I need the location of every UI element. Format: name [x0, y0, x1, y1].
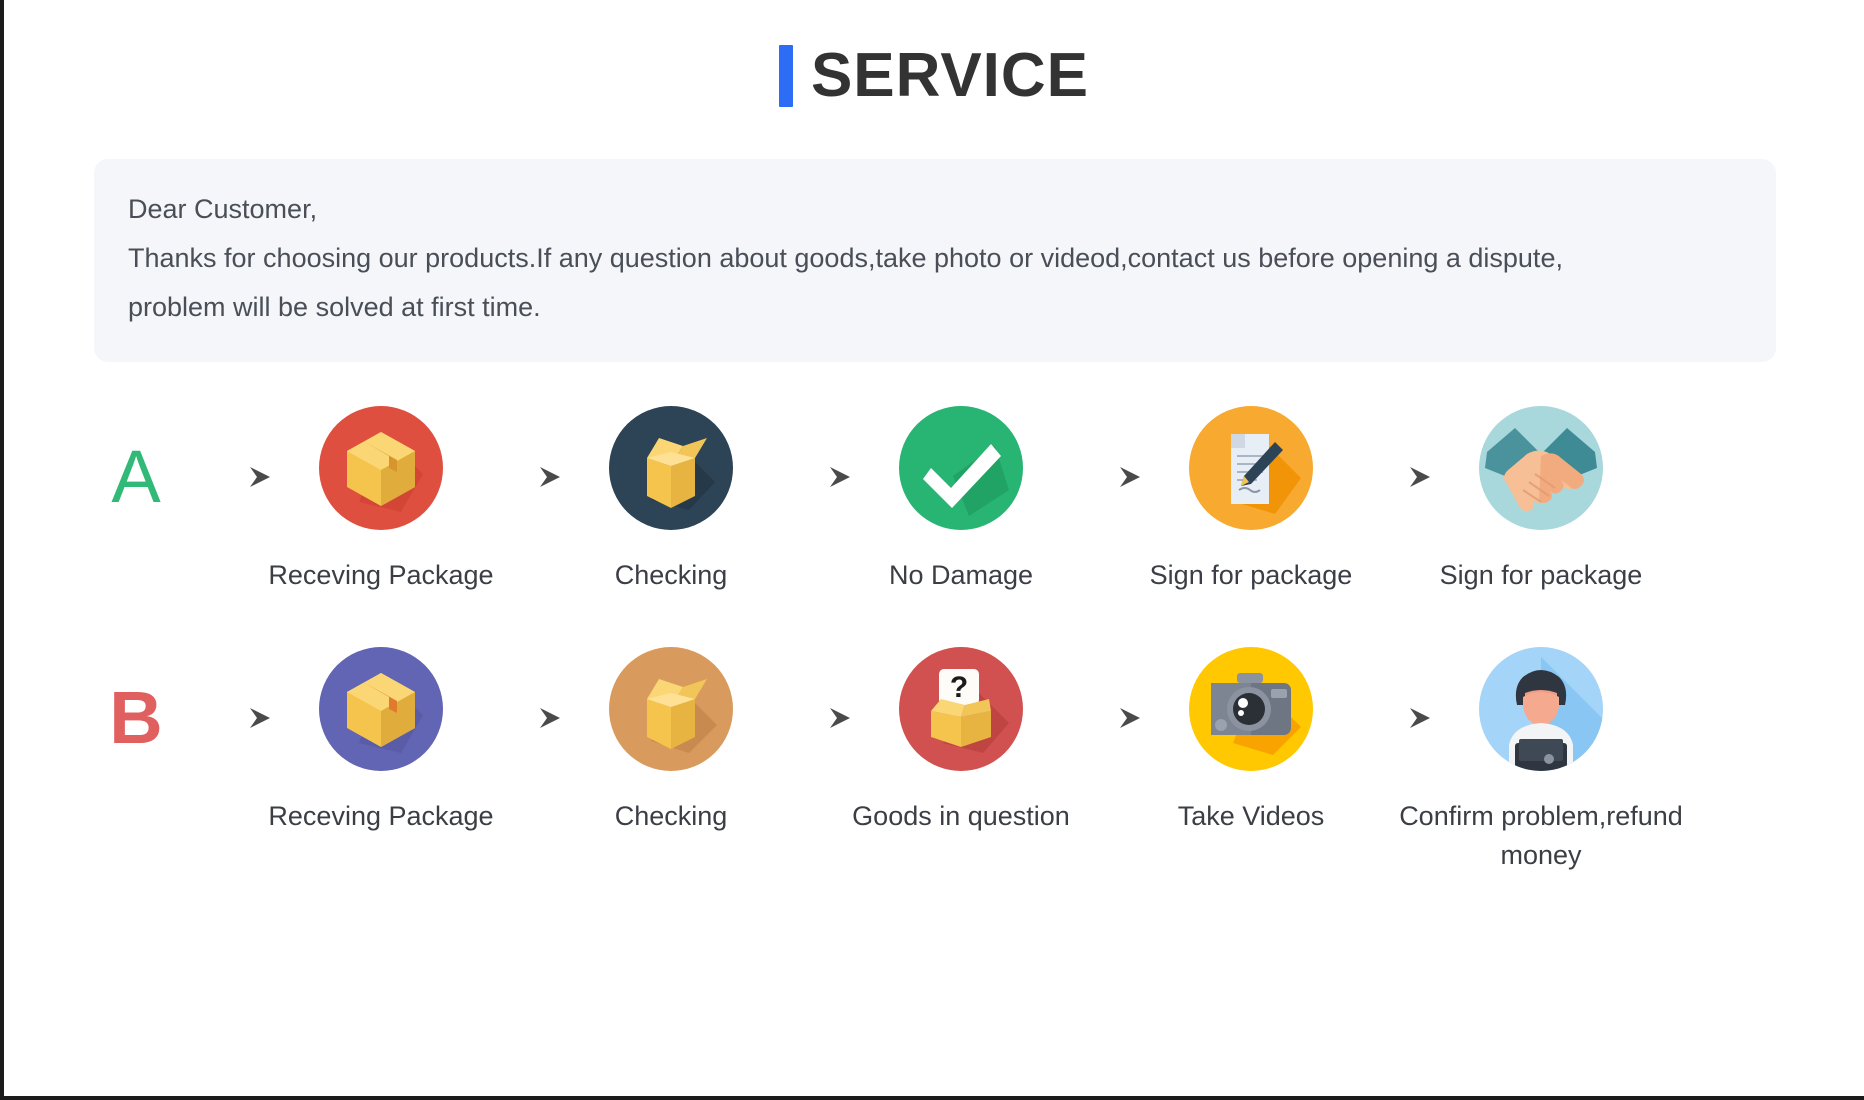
step-label: Receving Package [268, 560, 494, 590]
title-accent-bar [778, 45, 793, 107]
svg-text:?: ? [950, 671, 968, 704]
flow-b-step-3[interactable]: ? Goods in question [852, 647, 1070, 836]
step-label: Goods in question [852, 801, 1070, 831]
arrow-right-icon [472, 406, 580, 490]
flow-badge-letter: A [111, 435, 161, 518]
step-label: Checking [614, 560, 728, 590]
arrow-right-icon [762, 647, 870, 731]
flow-badge-letter: B [109, 676, 163, 759]
arrow-right-icon [1342, 406, 1450, 490]
service-page: SERVICE Dear Customer, Thanks for choosi… [0, 0, 1864, 1100]
flow-a-step-1[interactable]: Receving Package [268, 406, 494, 595]
flow-a-badge: A [90, 406, 182, 514]
flow-a-step-2[interactable]: Checking [580, 406, 762, 595]
open-box-icon [609, 647, 733, 771]
handshake-icon [1479, 406, 1603, 530]
step-label: No Damage [888, 560, 1034, 590]
arrow-right-icon [1342, 647, 1450, 731]
step-label: Checking [614, 801, 728, 831]
flow-b-step-4[interactable]: Take Videos [1160, 647, 1342, 836]
camera-icon [1189, 647, 1313, 771]
flow-b-step-1[interactable]: Receving Package [268, 647, 494, 836]
arrow-right-icon [182, 647, 290, 731]
page-title-text: SERVICE [810, 41, 1090, 110]
customer-notice-box: Dear Customer, Thanks for choosing our p… [94, 159, 1776, 362]
question-box-icon: ? [899, 647, 1023, 771]
arrow-right-icon [1052, 406, 1160, 490]
flow-a-step-3[interactable]: No Damage [870, 406, 1052, 595]
notice-line-2: Thanks for choosing our products.If any … [128, 243, 1563, 273]
flow-a-step-5[interactable]: Sign for package [1440, 406, 1642, 595]
flow-b-badge: B [90, 647, 182, 755]
document-pen-icon [1189, 406, 1313, 530]
arrow-right-icon [472, 647, 580, 731]
open-box-icon [609, 406, 733, 530]
support-person-icon [1479, 647, 1603, 771]
arrow-right-icon [182, 406, 290, 490]
flow-b-step-2[interactable]: Checking [580, 647, 762, 836]
step-label: Take Videos [1177, 801, 1325, 831]
arrow-right-icon [762, 406, 870, 490]
package-box-icon [319, 647, 443, 771]
page-title: SERVICE [4, 0, 1864, 107]
flow-row-b: B Receving Package Checking ? Goods in q… [4, 647, 1864, 875]
arrow-right-icon [1052, 647, 1160, 731]
check-mark-icon [899, 406, 1023, 530]
flow-row-a: A Receving Package Checking No Damage Si… [4, 406, 1864, 595]
step-label: Sign for package [1439, 560, 1643, 590]
step-label: Confirm problem,refund money [1399, 801, 1683, 870]
package-box-icon [319, 406, 443, 530]
flow-b-step-5[interactable]: Confirm problem,refund money [1399, 647, 1683, 875]
notice-line-3: problem will be solved at first time. [128, 292, 541, 322]
step-label: Receving Package [268, 801, 494, 831]
flow-a-step-4[interactable]: Sign for package [1150, 406, 1352, 595]
step-label: Sign for package [1149, 560, 1353, 590]
notice-line-1: Dear Customer, [128, 194, 318, 224]
